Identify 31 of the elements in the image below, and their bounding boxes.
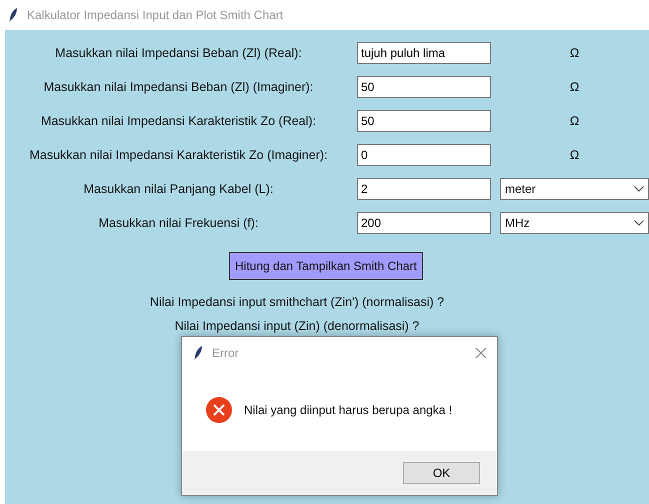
- result-text: Nilai Impedansi input smithchart (Zin') (normalisasi) ?: [148, 294, 446, 311]
- field-label: Masukkan nilai Panjang Kabel (L):: [82, 180, 274, 198]
- input-field[interactable]: 200: [357, 212, 491, 234]
- chevron-down-icon: [634, 186, 644, 192]
- feather-icon: [9, 8, 18, 22]
- calculate-button[interactable]: Hitung dan Tampilkan Smith Chart: [229, 252, 423, 280]
- unit-dropdown[interactable]: meter: [500, 178, 649, 200]
- field-label: Masukkan nilai Impedansi Karakteristik Zo (Imaginer):: [28, 146, 329, 164]
- error-icon: [206, 397, 232, 423]
- input-field[interactable]: 50: [357, 76, 491, 98]
- unit-dropdown[interactable]: MHz: [500, 212, 649, 234]
- unit-label: Ω: [568, 146, 580, 164]
- dialog-title: Error: [212, 345, 239, 362]
- feather-icon: [194, 346, 203, 360]
- field-label: Masukkan nilai Impedansi Beban (Zl) (Real):: [54, 44, 303, 62]
- field-label: Masukkan nilai Impedansi Beban (Zl) (Imaginer):: [42, 78, 314, 96]
- unit-label: Ω: [568, 112, 580, 130]
- field-label: Masukkan nilai Frekuensi (f):: [98, 214, 260, 232]
- error-message: Nilai yang diinput harus berupa angka !: [244, 402, 452, 419]
- input-field[interactable]: 2: [357, 178, 491, 200]
- ok-button[interactable]: OK: [403, 462, 480, 484]
- field-label: Masukkan nilai Impedansi Karakteristik Zo (Real):: [40, 112, 318, 130]
- unit-label: Ω: [568, 44, 580, 62]
- chevron-down-icon: [634, 220, 644, 226]
- input-field[interactable]: tujuh puluh lima: [357, 42, 491, 64]
- input-field[interactable]: 0: [357, 144, 491, 166]
- unit-label: Ω: [568, 78, 580, 96]
- input-field[interactable]: 50: [357, 110, 491, 132]
- close-icon[interactable]: [475, 347, 487, 359]
- result-text: Nilai Impedansi input (Zin) (denormalisasi) ?: [174, 318, 420, 335]
- window-title: Kalkulator Impedansi Input dan Plot Smith Chart: [27, 7, 284, 24]
